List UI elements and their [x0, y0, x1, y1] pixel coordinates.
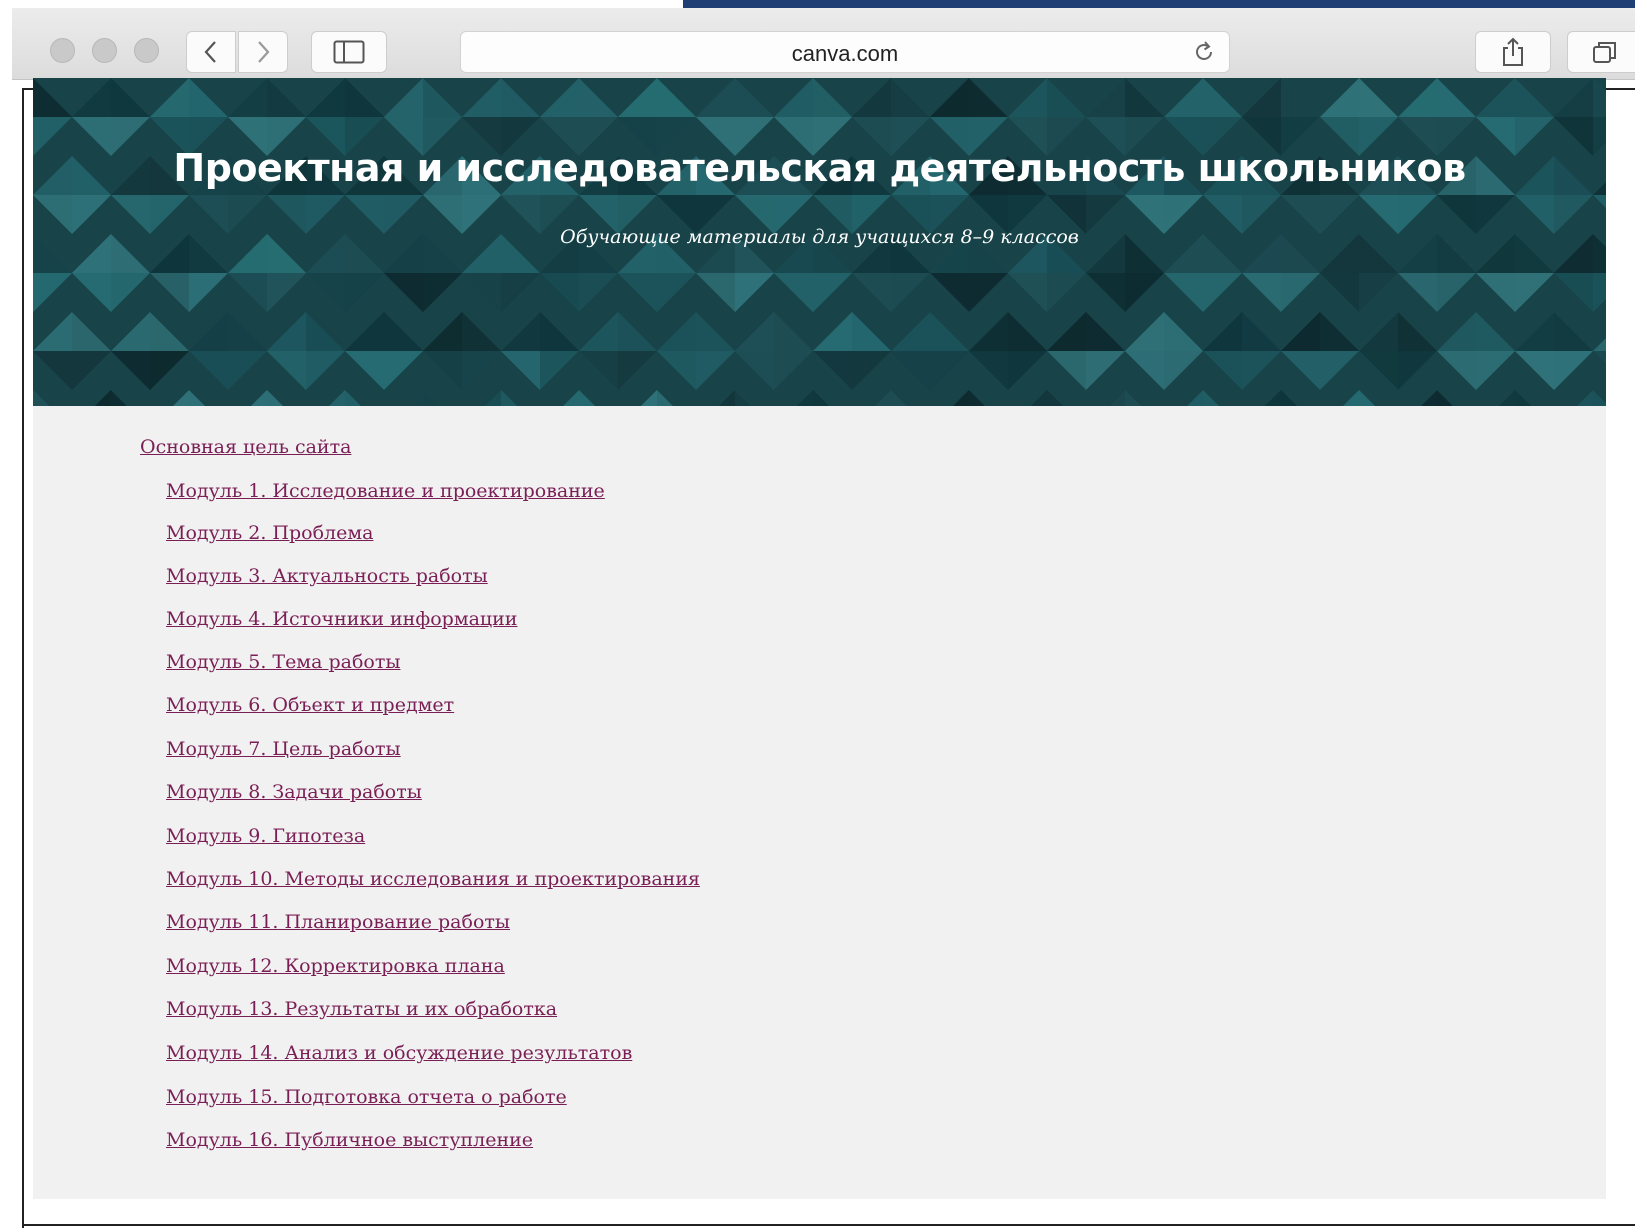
module-link[interactable]: Модуль 1. Исследование и проектирование [166, 480, 605, 502]
navigation-content: Основная цель сайта Модуль 1. Исследован… [33, 406, 1606, 1199]
frame-divider [22, 1224, 1635, 1226]
tab-overview-button[interactable] [1567, 31, 1635, 73]
chevron-right-icon [258, 41, 270, 63]
module-link[interactable]: Модуль 2. Проблема [166, 522, 373, 544]
module-link[interactable]: Модуль 14. Анализ и обсуждение результат… [166, 1042, 632, 1064]
page-subtitle: Обучающие материалы для учащихся 8–9 кла… [560, 226, 1079, 248]
url-text: canva.com [791, 41, 899, 66]
window-minimize-button[interactable] [92, 38, 117, 63]
frame-divider [1605, 88, 1635, 90]
module-link[interactable]: Модуль 6. Объект и предмет [166, 694, 454, 716]
page-title: Проектная и исследовательская деятельнос… [173, 146, 1466, 190]
module-link[interactable]: Модуль 12. Корректировка плана [166, 955, 505, 977]
module-link[interactable]: Модуль 4. Источники информации [166, 608, 517, 630]
share-icon [1503, 37, 1523, 66]
window-close-button[interactable] [50, 38, 75, 63]
hero-banner: Проектная и исследовательская деятельнос… [33, 78, 1606, 406]
window-zoom-button[interactable] [134, 38, 159, 63]
address-bar[interactable]: canva.com [460, 31, 1230, 73]
module-link[interactable]: Модуль 5. Тема работы [166, 651, 400, 673]
module-link[interactable]: Модуль 9. Гипотеза [166, 825, 365, 847]
back-button[interactable] [186, 31, 236, 73]
module-link[interactable]: Модуль 16. Публичное выступление [166, 1129, 533, 1151]
module-link[interactable]: Модуль 13. Результаты и их обработка [166, 998, 557, 1020]
module-link[interactable]: Модуль 3. Актуальность работы [166, 565, 488, 587]
main-goal-link[interactable]: Основная цель сайта [140, 436, 351, 458]
forward-button[interactable] [238, 31, 288, 73]
browser-toolbar: canva.com [12, 8, 1635, 80]
module-link[interactable]: Модуль 15. Подготовка отчета о работе [166, 1086, 567, 1108]
module-link[interactable]: Модуль 8. Задачи работы [166, 781, 422, 803]
sidebar-icon [333, 40, 365, 64]
reload-icon[interactable] [1191, 39, 1217, 65]
tabs-icon [1593, 42, 1616, 63]
module-link[interactable]: Модуль 7. Цель работы [166, 738, 401, 760]
share-button[interactable] [1475, 31, 1551, 73]
module-link[interactable]: Модуль 11. Планирование работы [166, 911, 510, 933]
chevron-left-icon [204, 41, 216, 63]
module-link[interactable]: Модуль 10. Методы исследования и проекти… [166, 868, 700, 890]
sidebar-toggle-button[interactable] [311, 31, 387, 73]
